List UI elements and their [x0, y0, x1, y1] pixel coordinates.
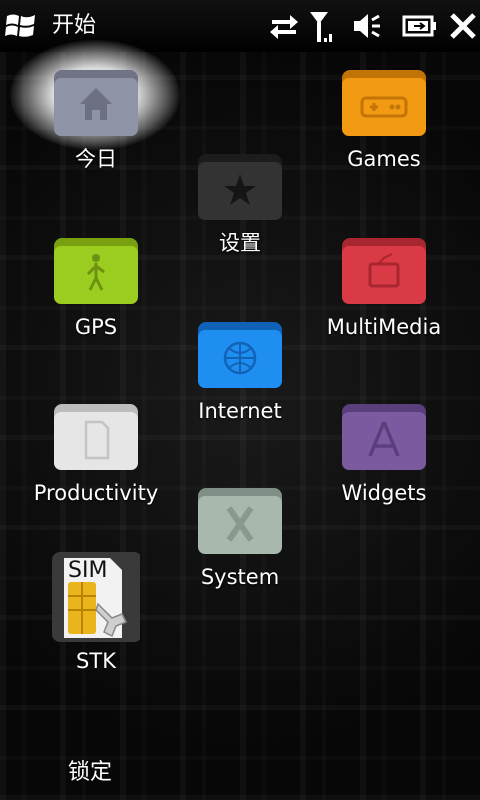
tile-label: GPS: [74, 315, 118, 339]
tile-gps[interactable]: GPS: [26, 234, 166, 339]
tile-label: System: [200, 565, 280, 589]
tile-label: Games: [347, 147, 421, 171]
tile-label: MultiMedia: [326, 315, 442, 339]
tile-widgets[interactable]: Widgets: [314, 400, 454, 505]
tile-games[interactable]: Games: [314, 66, 454, 171]
tile-system[interactable]: System: [170, 484, 310, 589]
tv-icon: [340, 234, 428, 306]
tile-label: Productivity: [33, 481, 159, 505]
windows-start-icon[interactable]: [4, 10, 38, 42]
gamepad-icon: [340, 66, 428, 138]
home-icon: [52, 66, 140, 138]
close-icon[interactable]: [448, 10, 478, 42]
tile-internet[interactable]: Internet: [170, 318, 310, 423]
document-icon: [52, 400, 140, 472]
app-a-icon: [340, 400, 428, 472]
tile-label: STK: [76, 649, 116, 673]
signal-icon: [308, 10, 336, 42]
battery-icon: [402, 10, 438, 42]
data-sync-icon: [268, 10, 300, 42]
globe-icon: [196, 318, 284, 390]
left-softkey-lock[interactable]: 锁定: [40, 758, 140, 788]
x-icon: [196, 484, 284, 556]
tile-label: 设置: [219, 231, 261, 255]
tile-multimedia[interactable]: MultiMedia: [314, 234, 454, 339]
volume-icon: [352, 10, 382, 42]
tile-today[interactable]: 今日: [26, 66, 166, 171]
tile-stk[interactable]: SIM STK: [26, 552, 166, 673]
star-icon: [196, 150, 284, 222]
tile-label: 今日: [75, 147, 117, 171]
sim-text: SIM: [68, 558, 108, 583]
tile-productivity[interactable]: Productivity: [26, 400, 166, 505]
walker-icon: [52, 234, 140, 306]
tile-settings[interactable]: 设置: [170, 150, 310, 255]
tile-label: Widgets: [341, 481, 427, 505]
tile-label: Internet: [198, 399, 282, 423]
page-title: 开始: [52, 13, 97, 38]
